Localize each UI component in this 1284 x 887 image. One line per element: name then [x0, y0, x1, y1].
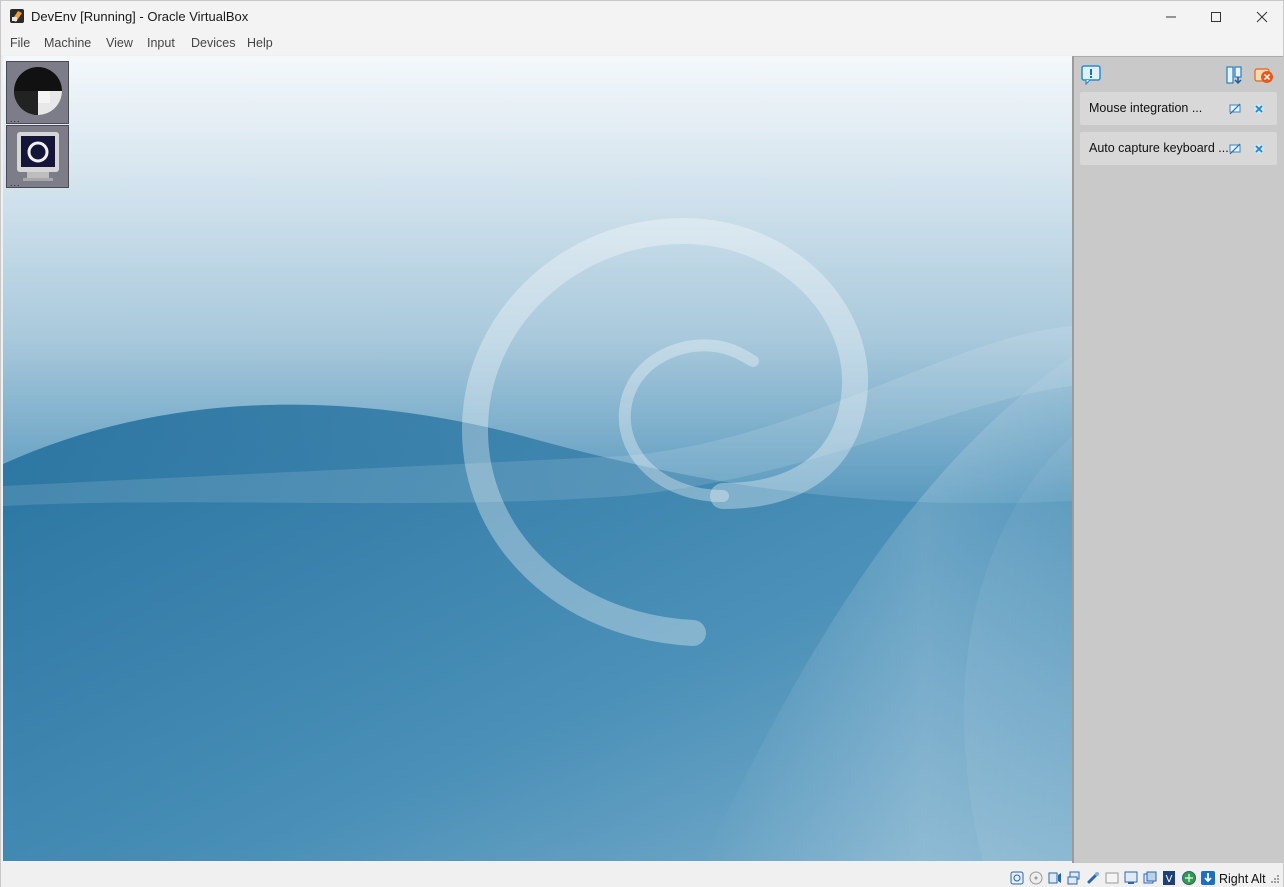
desktop-icon-label: ... [10, 178, 21, 188]
menu-input[interactable]: Input [147, 36, 175, 50]
vm-display[interactable]: ... ... [3, 56, 1072, 861]
guest-additions-icon[interactable] [1181, 870, 1197, 886]
notification-mouse-integration[interactable]: Mouse integration ... [1080, 92, 1277, 125]
minimize-button[interactable] [1148, 1, 1194, 32]
resize-grip-icon[interactable] [1270, 874, 1280, 884]
menu-help[interactable]: Help [247, 36, 273, 50]
notification-bubble-icon[interactable] [1081, 65, 1101, 85]
menu-devices[interactable]: Devices [191, 36, 235, 50]
notification-text: Auto capture keyboard ... [1089, 141, 1229, 155]
desktop-icon-1[interactable]: ... [6, 61, 69, 124]
maximize-icon [1211, 11, 1221, 22]
notification-center: Mouse integration ... Auto capture keybo… [1072, 56, 1283, 863]
close-button[interactable] [1239, 1, 1284, 32]
title-bar[interactable]: DevEnv [Running] - Oracle VirtualBox [1, 1, 1283, 32]
notification-text: Mouse integration ... [1089, 101, 1203, 115]
display-icon[interactable] [1123, 870, 1139, 886]
maximize-button[interactable] [1193, 1, 1239, 32]
desktop-icon-label: ... [10, 114, 21, 124]
close-icon [1256, 11, 1268, 22]
close-notification-icon[interactable] [1253, 143, 1265, 155]
virtualbox-app-icon [10, 9, 24, 23]
menu-machine[interactable]: Machine [44, 36, 91, 50]
hard-disk-icon[interactable] [1009, 870, 1025, 886]
desktop-icon-2[interactable]: ... [6, 125, 69, 188]
do-not-show-again-icon[interactable] [1229, 103, 1241, 115]
minimize-icon [1166, 16, 1176, 17]
keyboard-capture-icon[interactable] [1200, 870, 1216, 886]
notification-auto-capture-keyboard[interactable]: Auto capture keyboard ... [1080, 132, 1277, 165]
window-title: DevEnv [Running] - Oracle VirtualBox [31, 9, 249, 24]
status-bar: V Right Alt [1, 863, 1283, 887]
virtualization-icon[interactable]: V [1161, 870, 1177, 886]
desktop-wallpaper [3, 56, 1072, 861]
sort-notifications-icon[interactable] [1225, 65, 1245, 85]
svg-text:V: V [1166, 874, 1173, 885]
usb-icon[interactable] [1085, 870, 1101, 886]
optical-drive-icon[interactable] [1028, 870, 1044, 886]
network-icon[interactable] [1066, 870, 1082, 886]
host-key-label[interactable]: Right Alt [1219, 872, 1266, 886]
close-notification-icon[interactable] [1253, 103, 1265, 115]
virtualbox-window: DevEnv [Running] - Oracle VirtualBox Fil… [0, 0, 1284, 887]
recording-icon[interactable] [1142, 870, 1158, 886]
menu-file[interactable]: File [10, 36, 30, 50]
do-not-show-again-icon[interactable] [1229, 143, 1241, 155]
audio-icon[interactable] [1047, 870, 1063, 886]
dismiss-all-icon[interactable] [1254, 65, 1274, 85]
menu-bar: File Machine View Input Devices Help [1, 32, 1283, 55]
shared-folders-icon[interactable] [1104, 870, 1120, 886]
menu-view[interactable]: View [106, 36, 133, 50]
